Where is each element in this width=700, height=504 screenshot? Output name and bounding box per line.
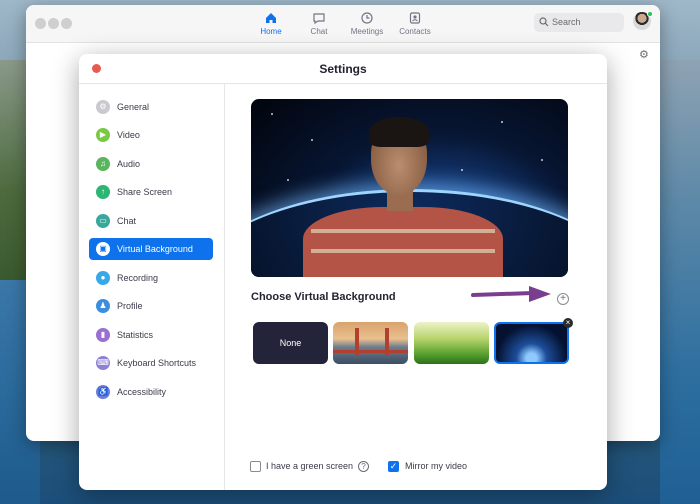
nav-contacts[interactable]: Contacts — [387, 11, 443, 36]
sidebar-item-label: Keyboard Shortcuts — [117, 358, 197, 368]
person-hair — [369, 117, 429, 147]
settings-header: Settings — [79, 54, 607, 84]
star — [311, 139, 313, 141]
sidebar-item-label: Statistics — [117, 330, 154, 340]
home-icon — [266, 13, 276, 23]
nav-chat-label: Chat — [310, 27, 328, 36]
add-background-button[interactable]: + — [557, 293, 569, 305]
star — [501, 121, 503, 123]
background-option-label: None — [279, 338, 302, 348]
sidebar-item-label: Profile — [117, 301, 143, 311]
sidebar-item-accessibility[interactable]: ♿ Accessibility — [89, 381, 213, 403]
sidebar-item-label: Chat — [117, 216, 137, 226]
person-shirt — [303, 207, 503, 277]
star — [287, 179, 289, 181]
sidebar-item-virtual-background[interactable]: ▣ Virtual Background — [89, 238, 213, 260]
window-close-control[interactable] — [35, 18, 46, 29]
window-zoom-control[interactable] — [61, 18, 72, 29]
bar-chart-icon: ▮ — [96, 328, 110, 342]
sidebar-item-keyboard-shortcuts[interactable]: ⌨ Keyboard Shortcuts — [89, 352, 213, 374]
help-icon[interactable]: ? — [358, 461, 369, 472]
video-icon: ▶ — [96, 128, 110, 142]
sidebar-item-recording[interactable]: ● Recording — [89, 267, 213, 289]
star — [541, 159, 543, 161]
sidebar-item-profile[interactable]: ♟ Profile — [89, 295, 213, 317]
bridge-deck — [333, 350, 408, 353]
star — [271, 113, 273, 115]
green-screen-label: I have a green screen — [266, 461, 354, 471]
nav-meetings-label: Meetings — [350, 27, 384, 36]
sidebar-item-label: Virtual Background — [117, 244, 193, 254]
background-option-golden-gate[interactable] — [333, 322, 408, 364]
star — [461, 169, 463, 171]
record-icon: ● — [96, 271, 110, 285]
video-preview — [251, 99, 568, 277]
gear-icon: ⚙ — [96, 100, 110, 114]
keyboard-icon: ⌨ — [96, 356, 110, 370]
chat-icon: ▭ — [96, 214, 110, 228]
settings-dialog: Settings ⚙ General ▶ Video ♫ Audio ↑ Sha… — [79, 54, 607, 490]
person-icon: ♟ — [96, 299, 110, 313]
sidebar-item-share-screen[interactable]: ↑ Share Screen — [89, 181, 213, 203]
sidebar-item-label: Audio — [117, 159, 141, 169]
accessibility-icon: ♿ — [96, 385, 110, 399]
share-screen-icon: ↑ — [96, 185, 110, 199]
chat-icon — [313, 13, 325, 25]
nav-home-label: Home — [260, 27, 282, 36]
nav-contacts-label: Contacts — [399, 27, 431, 36]
portrait-icon: ▣ — [96, 242, 110, 256]
sidebar-item-audio[interactable]: ♫ Audio — [89, 153, 213, 175]
mirror-video-checkbox[interactable]: ✓ — [388, 461, 399, 472]
sidebar-item-statistics[interactable]: ▮ Statistics — [89, 324, 213, 346]
sidebar-item-video[interactable]: ▶ Video — [89, 124, 213, 146]
online-status-dot — [647, 11, 653, 17]
remove-background-button[interactable]: × — [563, 318, 573, 328]
desktop-wallpaper-right — [660, 60, 700, 504]
sidebar-item-label: Share Screen — [117, 187, 173, 197]
green-screen-checkbox[interactable] — [250, 461, 261, 472]
background-option-none[interactable]: None — [253, 322, 328, 364]
clock-icon — [361, 12, 373, 24]
choose-virtual-background-title: Choose Virtual Background — [251, 291, 396, 303]
sidebar-item-chat[interactable]: ▭ Chat — [89, 210, 213, 232]
shirt-stripe — [311, 229, 495, 233]
contacts-icon — [409, 12, 421, 24]
search-icon — [539, 17, 549, 27]
window-minimize-control[interactable] — [48, 18, 59, 29]
background-option-grass[interactable] — [414, 322, 489, 364]
headphones-icon: ♫ — [96, 157, 110, 171]
annotation-arrow — [471, 286, 551, 302]
search-placeholder: Search — [552, 17, 581, 27]
settings-sidebar: ⚙ General ▶ Video ♫ Audio ↑ Share Screen… — [79, 84, 225, 490]
sidebar-item-label: General — [117, 102, 150, 112]
search-input[interactable]: Search — [534, 13, 624, 32]
sidebar-item-label: Accessibility — [117, 387, 167, 397]
mirror-video-label: Mirror my video — [405, 461, 468, 471]
settings-title: Settings — [319, 62, 367, 76]
virtual-background-panel: Choose Virtual Background + None × I hav… — [225, 84, 607, 490]
settings-gear-icon[interactable]: ⚙ — [639, 48, 649, 61]
sidebar-item-general[interactable]: ⚙ General — [89, 96, 213, 118]
sidebar-item-label: Recording — [117, 273, 159, 283]
sidebar-item-label: Video — [117, 130, 140, 140]
shirt-stripe — [311, 249, 495, 253]
background-option-space[interactable] — [494, 322, 569, 364]
zoom-titlebar: Home Chat Meetings Contacts Search — [26, 5, 660, 43]
